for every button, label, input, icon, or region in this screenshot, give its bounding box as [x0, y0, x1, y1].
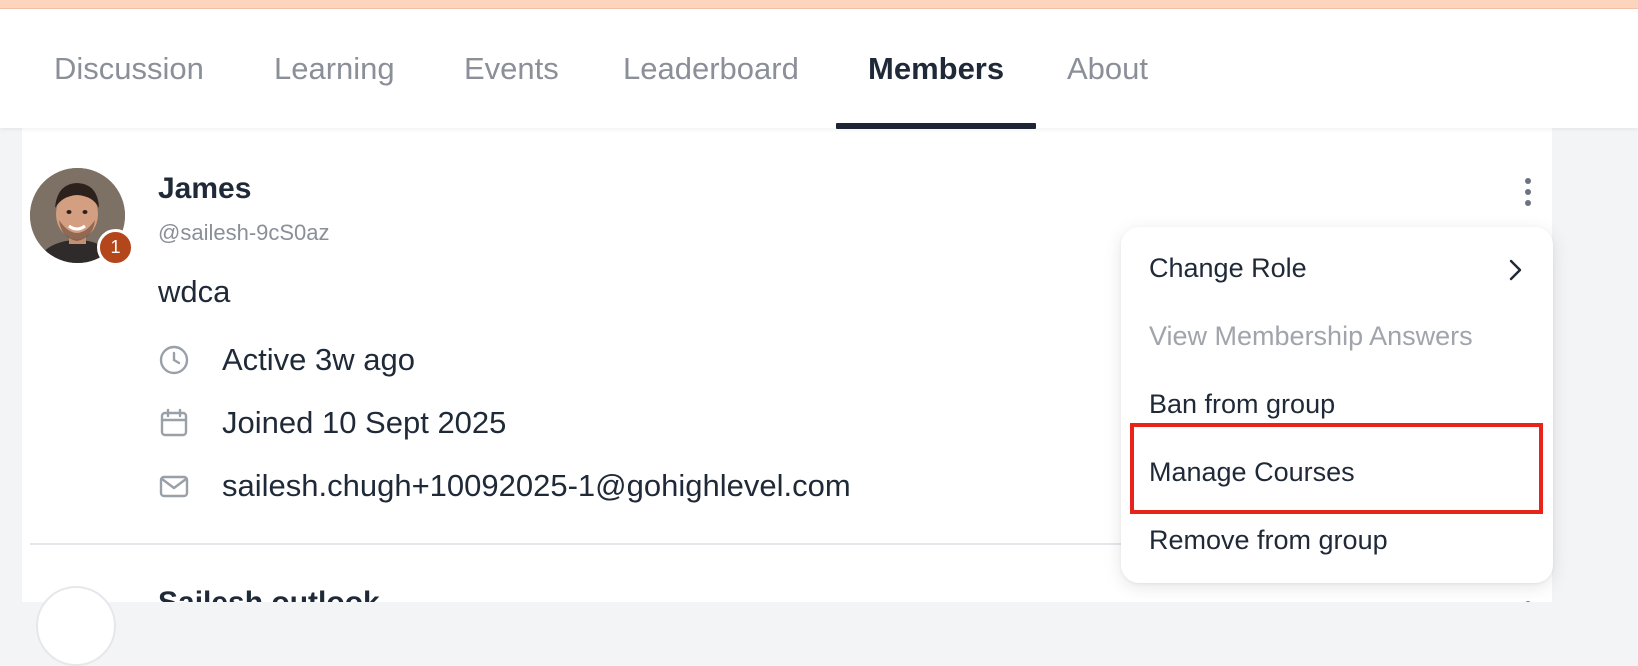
menu-item-manage-courses[interactable]: Manage Courses [1149, 457, 1355, 488]
tab-learning[interactable]: Learning [274, 9, 395, 128]
member-actions-menu: Change Role View Membership Answers Ban … [1121, 227, 1553, 583]
email-row: sailesh.chugh+10092025-1@gohighlevel.com [158, 468, 851, 504]
email-text[interactable]: sailesh.chugh+10092025-1@gohighlevel.com [222, 468, 851, 504]
more-vertical-icon[interactable] [1518, 176, 1538, 208]
tab-members[interactable]: Members [868, 9, 1004, 128]
tab-discussion[interactable]: Discussion [54, 9, 204, 128]
active-status-row: Active 3w ago [158, 342, 415, 378]
menu-item-ban-from-group[interactable]: Ban from group [1149, 389, 1335, 420]
clock-icon [158, 344, 190, 376]
calendar-icon [158, 407, 190, 439]
member-bio: wdca [158, 274, 231, 309]
group-tab-bar: Discussion Learning Events Leaderboard M… [0, 9, 1638, 129]
more-vertical-icon[interactable] [1518, 594, 1538, 602]
member-handle: @sailesh-9cS0az [158, 220, 330, 245]
active-status-text: Active 3w ago [222, 342, 415, 377]
member-name[interactable]: James [158, 172, 251, 206]
chevron-right-icon [1505, 257, 1525, 283]
row-divider [30, 543, 1150, 545]
menu-item-remove-from-group[interactable]: Remove from group [1149, 525, 1388, 556]
tab-events[interactable]: Events [464, 9, 559, 128]
menu-item-view-membership-answers[interactable]: View Membership Answers [1149, 321, 1473, 352]
level-badge: 1 [97, 229, 134, 266]
active-tab-indicator [836, 123, 1036, 129]
top-banner-strip [0, 0, 1638, 9]
tab-about[interactable]: About [1067, 9, 1148, 128]
member-name[interactable]: Sailesh outlook [158, 588, 380, 602]
mail-icon [158, 470, 190, 502]
menu-item-change-role[interactable]: Change Role [1149, 253, 1307, 284]
joined-date-row: Joined 10 Sept 2025 [158, 405, 506, 441]
avatar[interactable] [36, 586, 116, 666]
tab-leaderboard[interactable]: Leaderboard [623, 9, 799, 128]
joined-date-text: Joined 10 Sept 2025 [222, 405, 507, 440]
